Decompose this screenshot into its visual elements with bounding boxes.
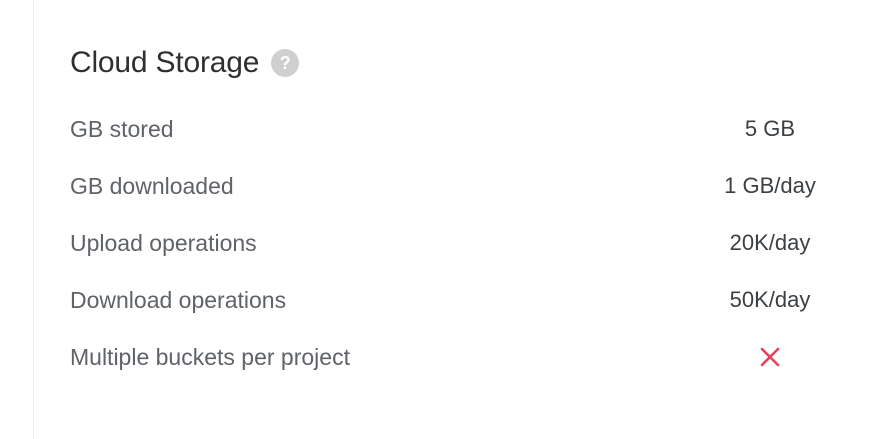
feature-label: Multiple buckets per project (70, 343, 350, 370)
feature-label: Download operations (70, 286, 287, 313)
feature-label: Upload operations (70, 229, 257, 256)
cloud-storage-card: Cloud Storage ? GB stored 5 GB GB downlo… (70, 44, 860, 385)
pricing-panel: Cloud Storage ? GB stored 5 GB GB downlo… (0, 0, 886, 439)
feature-row-multiple-buckets: Multiple buckets per project (70, 328, 860, 385)
feature-label: GB stored (70, 115, 174, 142)
feature-value: 1 GB/day (724, 172, 816, 198)
feature-row-gb-stored: GB stored 5 GB (70, 100, 860, 157)
feature-row-download-operations: Download operations 50K/day (70, 271, 860, 328)
feature-value: 50K/day (729, 286, 811, 312)
feature-row-gb-downloaded: GB downloaded 1 GB/day (70, 157, 860, 214)
feature-list: GB stored 5 GB GB downloaded 1 GB/day Up… (70, 100, 860, 385)
feature-value-cell: 50K/day (680, 285, 860, 315)
panel-divider (33, 0, 34, 439)
feature-row-upload-operations: Upload operations 20K/day (70, 214, 860, 271)
feature-value-cell (680, 346, 860, 368)
feature-value: 5 GB (744, 115, 796, 141)
help-icon[interactable]: ? (271, 49, 300, 77)
feature-value-cell: 1 GB/day (680, 171, 860, 201)
feature-value-cell: 20K/day (680, 228, 860, 258)
section-title: Cloud Storage (70, 46, 260, 79)
section-header: Cloud Storage ? (70, 44, 860, 82)
feature-value: 20K/day (729, 229, 811, 255)
feature-value-cell: 5 GB (680, 114, 860, 144)
cross-icon (760, 347, 780, 366)
feature-label: GB downloaded (70, 172, 234, 199)
